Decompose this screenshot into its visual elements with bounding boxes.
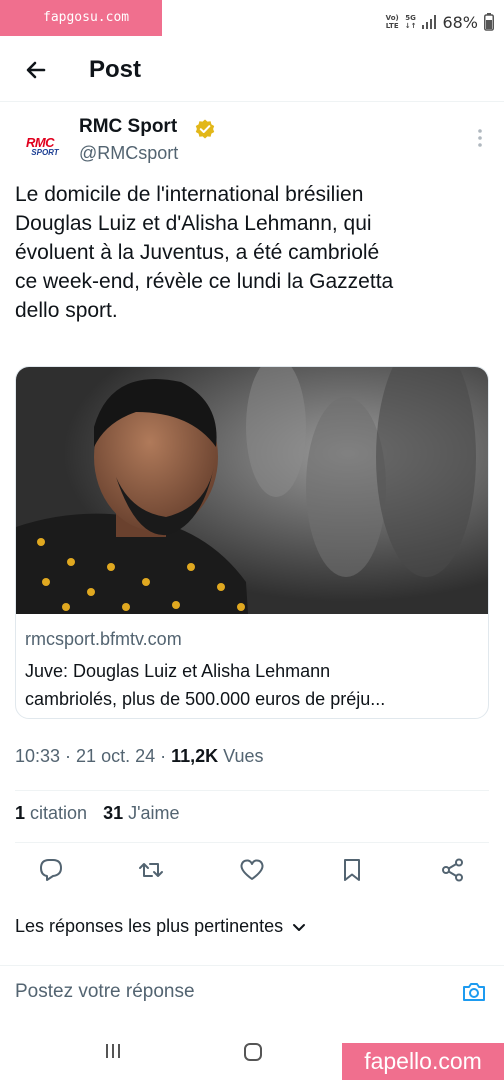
tweet-time[interactable]: 10:33 <box>15 746 60 766</box>
divider <box>15 842 489 843</box>
card-title: Juve: Douglas Luiz et Alisha Lehmann cam… <box>25 661 386 709</box>
action-bar <box>0 846 504 894</box>
replies-sort-dropdown[interactable]: Les réponses les plus pertinentes <box>15 916 307 937</box>
5g-label: 5G <box>405 14 416 22</box>
likes-label: J'aime <box>123 803 180 823</box>
link-preview-card[interactable]: rmcsport.bfmtv.com Juve: Douglas Luiz et… <box>15 366 489 719</box>
tweet-date[interactable]: 21 oct. 24 <box>76 746 155 766</box>
meta-separator: · <box>155 746 172 766</box>
repost-icon[interactable] <box>137 856 165 884</box>
battery-level: 68% <box>442 12 478 32</box>
divider <box>15 790 489 791</box>
tweet-meta: 10:33 · 21 oct. 24 · 11,2K Vues <box>15 746 264 767</box>
like-icon[interactable] <box>238 856 266 884</box>
tweet-text: Le domicile de l'international brésilien… <box>15 183 394 322</box>
watermark-top: fapgosu.com <box>0 0 162 36</box>
camera-icon[interactable] <box>460 978 488 1006</box>
share-icon[interactable] <box>439 856 467 884</box>
meta-separator: · <box>60 746 77 766</box>
battery-icon <box>484 13 494 31</box>
more-options-icon[interactable] <box>472 126 488 150</box>
lte-label: LTE <box>385 22 399 30</box>
author-handle[interactable]: @RMCsport <box>79 143 178 164</box>
data-arrows-icon: ↓↑ <box>404 22 417 30</box>
5g-indicator: 5G ↓↑ <box>405 14 417 30</box>
recent-apps-icon[interactable] <box>104 1042 122 1060</box>
volte-label: Vo) <box>385 14 399 22</box>
status-bar: fapgosu.com Vo) LTE 5G ↓↑ 68% <box>0 0 504 44</box>
bookmark-icon[interactable] <box>338 856 366 884</box>
verified-badge-icon <box>195 119 215 139</box>
reply-composer: Postez votre réponse <box>0 965 504 1020</box>
likes-count: 31 <box>103 803 124 823</box>
quotes-count: 1 <box>15 803 26 823</box>
watermark-bottom: fapello.com <box>342 1043 504 1080</box>
quotes-stat[interactable]: 1 citation <box>15 803 87 824</box>
views-count: 11,2K <box>171 746 219 766</box>
back-arrow-icon[interactable] <box>20 54 52 86</box>
engagement-stats: 1 citation 31 J'aime <box>15 803 180 824</box>
card-image <box>16 367 488 614</box>
top-app-bar: Post <box>0 44 504 102</box>
home-icon[interactable] <box>243 1042 263 1062</box>
card-domain: rmcsport.bfmtv.com <box>25 629 182 649</box>
page-title: Post <box>89 56 142 83</box>
signal-icon <box>422 15 437 29</box>
reply-icon[interactable] <box>37 856 65 884</box>
views-label: Vues <box>218 746 264 766</box>
avatar[interactable]: RMC SPORT <box>15 122 65 172</box>
sort-label: Les réponses les plus pertinentes <box>15 916 284 936</box>
chevron-down-icon <box>293 923 306 931</box>
reply-input[interactable]: Postez votre réponse <box>15 981 195 1003</box>
volte-indicator: Vo) LTE <box>386 14 399 30</box>
quotes-label: citation <box>25 803 88 823</box>
status-icons: Vo) LTE 5G ↓↑ 68% <box>386 10 494 34</box>
likes-stat[interactable]: 31 J'aime <box>103 803 179 824</box>
author-name[interactable]: RMC Sport <box>79 116 177 138</box>
avatar-logo-subtext: SPORT <box>31 148 59 157</box>
